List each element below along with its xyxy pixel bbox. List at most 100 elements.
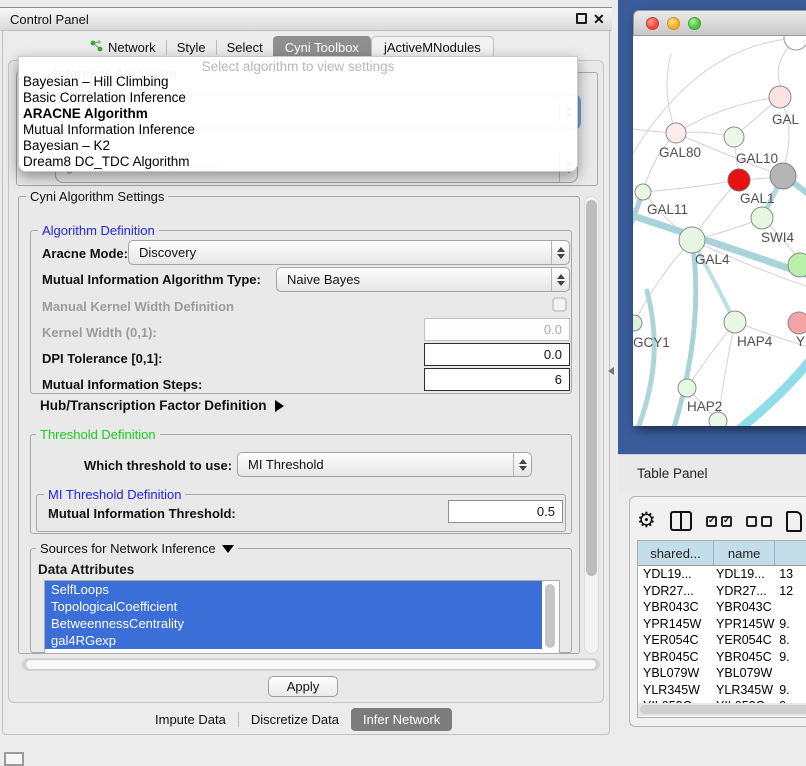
network-node-gcy1[interactable] [633, 315, 642, 331]
table-row[interactable]: YBL079WYBL079W [638, 665, 806, 682]
dpi-tolerance-label: DPI Tolerance [0,1]: [42, 351, 162, 366]
column-header-clipped[interactable] [775, 541, 806, 565]
network-node-swi4[interactable] [788, 253, 806, 277]
apply-button[interactable]: Apply [268, 676, 338, 697]
tab-select[interactable]: Select [217, 37, 273, 58]
which-threshold-value: MI Threshold [238, 457, 513, 472]
close-icon[interactable]: ✕ [593, 11, 605, 28]
table-cell: YER054C [638, 633, 714, 647]
mi-algorithm-type-label: Mutual Information Algorithm Type: [42, 272, 261, 287]
attribute-list-item[interactable]: gal4RGexp [45, 632, 542, 649]
mi-threshold-field[interactable]: 0.5 [448, 500, 563, 523]
kernel-width-field[interactable]: 0.0 [424, 318, 570, 341]
table-cell: 9. [775, 650, 806, 664]
algorithm-option[interactable]: Bayesian – Hill Climbing [19, 74, 577, 90]
tab-infer-network[interactable]: Infer Network [351, 708, 452, 731]
network-node-y[interactable] [788, 312, 806, 334]
table-cell: 8. [775, 633, 806, 647]
table-cell: 13 [775, 567, 806, 581]
settings-gear-icon[interactable]: ⚙ [637, 511, 656, 531]
column-header-name[interactable]: name [714, 541, 775, 565]
aracne-mode-combo[interactable]: Discovery [128, 240, 570, 265]
close-traffic-icon[interactable] [646, 17, 659, 30]
table-header-row: shared... name [638, 541, 806, 566]
algorithm-option[interactable]: Mutual Information Inference [19, 122, 577, 138]
attribute-list-item[interactable]: TopologicalCoefficient [45, 598, 542, 615]
bottom-tabs: Impute Data Discretize Data Infer Networ… [143, 708, 452, 731]
stepper-icon [551, 268, 569, 291]
table-row[interactable]: YPR145WYPR145W9. [638, 616, 806, 633]
node-label: Y [796, 334, 805, 349]
sources-for-network-inference-title[interactable]: Sources for Network Inference [36, 541, 238, 556]
deselect-all-icon[interactable] [746, 516, 772, 527]
attribute-list-item[interactable]: SelfLoops [45, 581, 542, 598]
network-node-gal1[interactable] [751, 207, 773, 229]
dpi-tolerance-field[interactable]: 0.0 [424, 343, 570, 366]
data-attributes-list[interactable]: SelfLoopsTopologicalCoefficientBetweenne… [44, 580, 560, 654]
expand-arrow-icon [275, 400, 284, 412]
tab-impute-data[interactable]: Impute Data [143, 708, 238, 731]
algorithm-option[interactable]: ARACNE Algorithm [19, 106, 577, 122]
network-node[interactable] [728, 169, 750, 191]
table-row[interactable]: YER054CYER054C8. [638, 632, 806, 649]
algorithm-dropdown-placeholder: Select algorithm to view settings [19, 57, 577, 74]
network-node[interactable] [709, 412, 727, 426]
tab-style[interactable]: Style [167, 37, 216, 58]
which-threshold-combo[interactable]: MI Threshold [237, 452, 532, 477]
table-horizontal-scrollbar-thumb[interactable] [640, 705, 806, 714]
node-label: GAL1 [740, 191, 775, 206]
tab-discretize-data[interactable]: Discretize Data [239, 708, 351, 731]
mi-algorithm-type-combo[interactable]: Naive Bayes [276, 267, 570, 292]
network-canvas[interactable]: GALGAL80GAL10GAL1GAL11GAL4SWI4GCY1HAP4YH… [633, 36, 806, 426]
network-window-titlebar [633, 10, 806, 36]
table-row[interactable]: YLR345WYLR345W9. [638, 682, 806, 699]
table-cell: YBR045C [714, 650, 775, 664]
table-cell: YLR345W [714, 683, 775, 697]
float-window-icon[interactable] [576, 13, 587, 24]
manual-kernel-width-checkbox[interactable] [552, 297, 567, 312]
minimize-traffic-icon[interactable] [667, 17, 680, 30]
attribute-list-item[interactable]: BetweennessCentrality [45, 615, 542, 632]
column-header-shared-name[interactable]: shared... [638, 541, 714, 565]
minimized-window-icon[interactable] [4, 752, 24, 766]
network-node-gal80[interactable] [666, 123, 686, 143]
attribute-list-scrollbar[interactable] [545, 584, 555, 648]
table-cell: YPR145W [714, 617, 775, 631]
table-row[interactable]: YBR045CYBR045C9. [638, 649, 806, 666]
network-icon [90, 40, 103, 56]
export-table-icon[interactable] [786, 511, 802, 532]
node-attribute-table[interactable]: shared... name YDL19...YDL19...13YDR27..… [637, 540, 806, 718]
manual-kernel-width-label: Manual Kernel Width Definition [42, 299, 234, 314]
panel-splitter-collapse-icon[interactable] [608, 367, 614, 375]
mi-steps-field[interactable]: 6 [424, 368, 570, 391]
stepper-icon [513, 453, 531, 476]
table-cell: YBR045C [638, 650, 714, 664]
table-row[interactable]: YBR043CYBR043C [638, 599, 806, 616]
table-toolbar: ⚙ [637, 505, 806, 537]
table-cell: YDL19... [638, 567, 714, 581]
algorithm-option[interactable]: Bayesian – K2 [19, 138, 577, 154]
select-all-icon[interactable] [706, 516, 732, 527]
column-layout-icon[interactable] [670, 511, 692, 531]
aracne-mode-label: Aracne Mode: [42, 246, 128, 261]
settings-horizontal-scrollbar-thumb[interactable] [25, 659, 597, 670]
tab-jactivemnodules-label: jActiveMNodules [384, 40, 481, 55]
algorithm-option[interactable]: Basic Correlation Inference [19, 90, 577, 106]
network-node-gal10[interactable] [724, 127, 744, 147]
network-node-gal4[interactable] [679, 227, 705, 253]
hub-transcription-factor-expander[interactable]: Hub/Transcription Factor Definition [40, 398, 284, 413]
network-node-hap4[interactable] [724, 311, 746, 333]
tab-style-label: Style [177, 40, 206, 55]
network-node-gal[interactable] [769, 86, 791, 108]
node-label: GAL11 [647, 202, 688, 217]
table-row[interactable]: YDR27...YDR27...12 [638, 583, 806, 600]
zoom-traffic-icon[interactable] [688, 17, 701, 30]
network-node-hap2[interactable] [678, 379, 696, 397]
table-row[interactable]: YDL19...YDL19...13 [638, 566, 806, 583]
table-cell: YER054C [714, 633, 775, 647]
algorithm-option[interactable]: Dream8 DC_TDC Algorithm [19, 154, 577, 170]
settings-vertical-scrollbar-thumb[interactable] [586, 200, 597, 576]
network-node[interactable] [770, 163, 796, 189]
network-node-gal11[interactable] [635, 184, 651, 200]
table-cell: 9. [775, 617, 806, 631]
